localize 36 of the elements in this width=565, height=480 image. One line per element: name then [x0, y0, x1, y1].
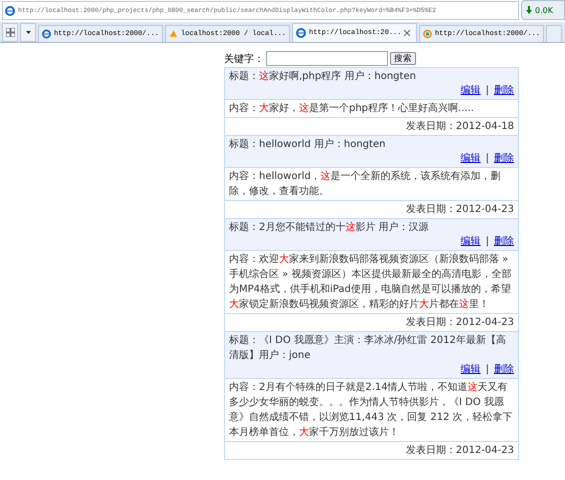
- post-title: 标题：2月您不能错过的十这影片 用户：汉源: [229, 220, 430, 235]
- circle-s-icon: [423, 29, 432, 39]
- globe-e-icon: [5, 6, 15, 16]
- keyword-field[interactable]: [266, 51, 388, 66]
- grid-icon: [6, 28, 14, 37]
- keyword-label: 关键字：: [224, 52, 264, 66]
- post-date: 发表日期：2012-04-23: [224, 442, 518, 460]
- down-arrow-icon: [526, 6, 532, 14]
- link-separator: |: [486, 235, 489, 249]
- close-icon[interactable]: [404, 30, 410, 36]
- dropdown-button[interactable]: [20, 23, 36, 42]
- post-content: 内容：欢迎大家来到新浪数码部落视频资源区（新浪数码部落 » 手机综合区 » 视频资源区）本区提供最新最全的高清电影，全部为MP4格式，供手机和iPad使用，电脑自然是可以播放的，希望大家锁定新浪数码视频资源区，精彩的好片大片都在这里！: [224, 250, 518, 314]
- delete-link[interactable]: 删除: [494, 363, 514, 377]
- grid-button[interactable]: [2, 23, 18, 42]
- globe-e-icon: [42, 29, 51, 39]
- edit-link[interactable]: 编辑: [460, 84, 481, 98]
- speed-reading: 0.0K: [535, 6, 553, 14]
- edit-link[interactable]: 编辑: [460, 152, 481, 166]
- post-content: 内容：大家好，这是第一个php程序！心里好高兴啊.....: [224, 100, 518, 118]
- search-button[interactable]: 搜索: [390, 52, 416, 65]
- post-content: 内容：helloworld，这是一个全新的系统，该系统有添加，删除，修改，查看功能。: [224, 168, 518, 200]
- edit-link[interactable]: 编辑: [460, 363, 481, 377]
- edit-link[interactable]: 编辑: [460, 235, 481, 249]
- link-separator: |: [486, 363, 489, 377]
- post-title: 标题：这家好啊,php程序 用户：hongten: [229, 70, 417, 84]
- link-separator: |: [486, 84, 489, 98]
- delete-link[interactable]: 删除: [494, 152, 514, 166]
- post-title: 标题：《I DO 我愿意》主演：李冰冰/孙红雷 2012年最新【高清版】用户：jone: [229, 334, 507, 363]
- delete-link[interactable]: 删除: [494, 235, 514, 249]
- delete-link[interactable]: 删除: [494, 84, 514, 98]
- post-content: 内容：2月有个特殊的日子就是2.14情人节啦，不知道这天又有多少少女华丽的蜕变。。。作为情人节特供影片，《I DO 我愿意》自然成绩不错，以浏览11,443 次，回复 212 次，轻松拿下本月榜单首位，大家千万别放过该片！: [224, 378, 518, 442]
- sail-icon: [169, 29, 178, 39]
- post-title: 标题：helloworld 用户：hongten: [229, 138, 386, 152]
- globe-e-icon: [296, 28, 306, 38]
- caret-icon: [26, 31, 30, 34]
- link-separator: |: [486, 152, 489, 166]
